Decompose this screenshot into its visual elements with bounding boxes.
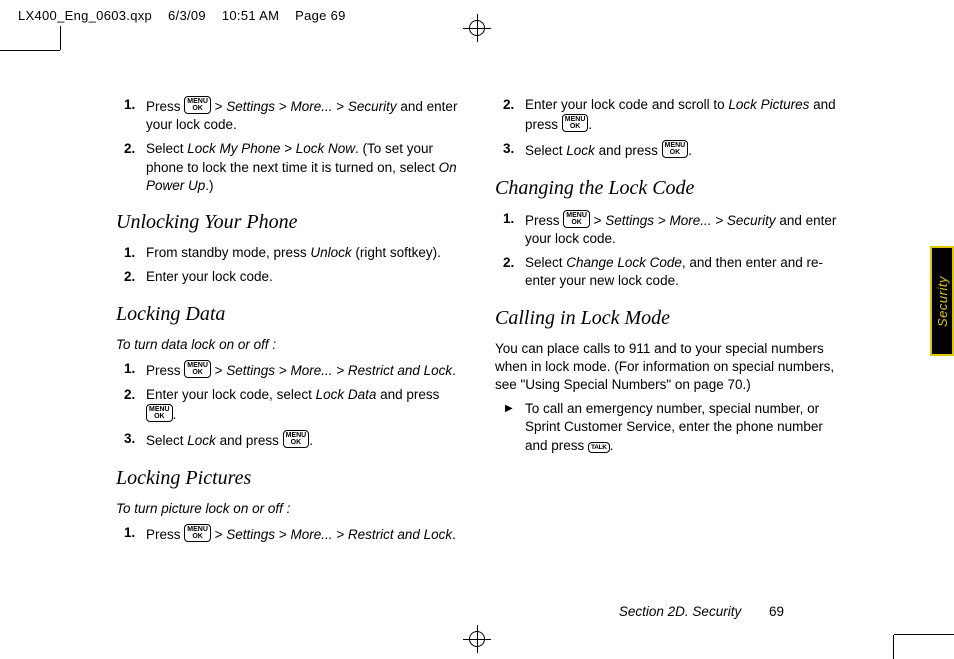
footer-section: Section 2D. Security xyxy=(619,604,741,619)
heading-unlocking: Unlocking Your Phone xyxy=(116,209,459,236)
calling-lock-bullet: To call an emergency number, special num… xyxy=(495,400,838,455)
menu-ok-key-icon: MENUOK xyxy=(283,430,310,448)
talk-key-icon: TALK xyxy=(588,442,610,453)
calling-lock-paragraph: You can place calls to 911 and to your s… xyxy=(495,340,838,395)
heading-locking-data: Locking Data xyxy=(116,301,459,328)
column-left: Press MENUOK > Settings > More... > Secu… xyxy=(116,90,459,552)
menu-ok-key-icon: MENUOK xyxy=(184,524,211,542)
prepress-meta: LX400_Eng_0603.qxp 6/3/09 10:51 AM Page … xyxy=(18,8,358,23)
list-item: Press MENUOK > Settings > More... > Rest… xyxy=(116,524,459,544)
menu-ok-key-icon: MENUOK xyxy=(662,140,689,158)
meta-time: 10:51 AM xyxy=(222,8,279,23)
list-item: Select Lock and press MENUOK. xyxy=(495,140,838,160)
list-item: Select Lock My Phone > Lock Now. (To set… xyxy=(116,140,459,195)
meta-date: 6/3/09 xyxy=(168,8,206,23)
list-item: Enter your lock code and scroll to Lock … xyxy=(495,96,838,134)
heading-locking-pictures: Locking Pictures xyxy=(116,465,459,492)
list-item: Press MENUOK > Settings > More... > Secu… xyxy=(495,210,838,248)
lock-pictures-steps-cont: Enter your lock code and scroll to Lock … xyxy=(495,96,838,161)
column-right: Enter your lock code and scroll to Lock … xyxy=(495,90,838,552)
meta-file: LX400_Eng_0603.qxp xyxy=(18,8,152,23)
thumb-tab-security: Security xyxy=(930,246,954,356)
footer-page-number: 69 xyxy=(769,604,784,619)
registration-mark-bottom xyxy=(467,629,487,649)
list-item: Select Change Lock Code, and then enter … xyxy=(495,254,838,290)
list-item: Select Lock and press MENUOK. xyxy=(116,430,459,450)
menu-ok-key-icon: MENUOK xyxy=(146,404,173,422)
change-code-steps: Press MENUOK > Settings > More... > Secu… xyxy=(495,210,838,291)
unlock-steps: From standby mode, press Unlock (right s… xyxy=(116,244,459,286)
menu-ok-key-icon: MENUOK xyxy=(562,114,589,132)
thumb-tab-label: Security xyxy=(935,276,950,327)
locking-data-lead: To turn data lock on or off : xyxy=(116,336,459,354)
menu-ok-key-icon: MENUOK xyxy=(184,360,211,378)
heading-changing-lock-code: Changing the Lock Code xyxy=(495,175,838,202)
page-footer: Section 2D. Security 69 xyxy=(619,604,784,619)
list-item: From standby mode, press Unlock (right s… xyxy=(116,244,459,262)
crop-mark-bottom-right xyxy=(894,635,954,659)
locking-pictures-lead: To turn picture lock on or off : xyxy=(116,500,459,518)
lock-data-steps: Press MENUOK > Settings > More... > Rest… xyxy=(116,360,459,451)
list-item: Enter your lock code, select Lock Data a… xyxy=(116,386,459,424)
heading-calling-lock-mode: Calling in Lock Mode xyxy=(495,305,838,332)
menu-ok-key-icon: MENUOK xyxy=(563,210,590,228)
list-item: Press MENUOK > Settings > More... > Secu… xyxy=(116,96,459,134)
page-body: Press MENUOK > Settings > More... > Secu… xyxy=(60,60,894,629)
list-item: Enter your lock code. xyxy=(116,268,459,286)
lock-phone-steps: Press MENUOK > Settings > More... > Secu… xyxy=(116,96,459,195)
menu-ok-key-icon: MENUOK xyxy=(184,96,211,114)
lock-pictures-steps: Press MENUOK > Settings > More... > Rest… xyxy=(116,524,459,544)
registration-mark-top xyxy=(467,18,487,38)
list-item: Press MENUOK > Settings > More... > Rest… xyxy=(116,360,459,380)
meta-page: Page 69 xyxy=(295,8,346,23)
